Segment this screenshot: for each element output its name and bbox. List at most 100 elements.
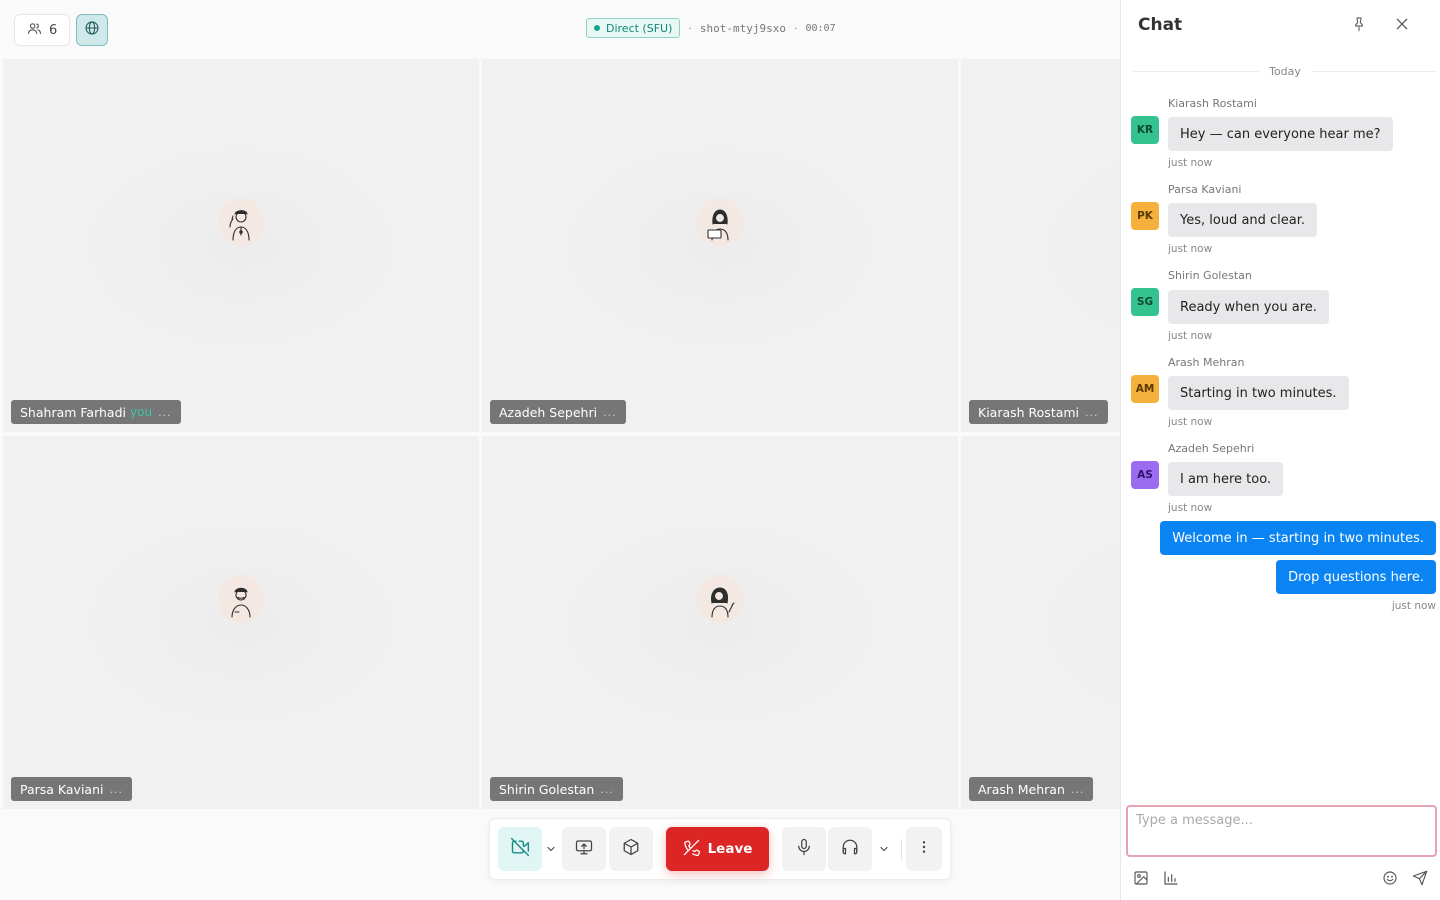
message-bubble: I am here too. <box>1168 462 1284 496</box>
globe-button[interactable] <box>76 14 108 46</box>
close-icon <box>1394 17 1410 36</box>
image-icon <box>1133 870 1149 890</box>
video-tile[interactable]: Parsa Kaviani ... <box>3 436 479 809</box>
participant-count: 6 <box>49 22 58 38</box>
camera-off-icon <box>510 837 530 861</box>
tile-name-tag: Shirin Golestan ... <box>490 777 623 801</box>
attach-image-button[interactable] <box>1132 871 1150 889</box>
tile-menu-dots[interactable]: ... <box>109 783 123 796</box>
connection-badge-label: Direct (SFU) <box>606 21 673 35</box>
screen-share-button[interactable] <box>562 827 606 871</box>
tile-name: Shirin Golestan <box>499 781 595 797</box>
tile-name-tag: Kiarash Rostami ... <box>969 400 1108 424</box>
send-icon <box>1412 870 1428 890</box>
message-time: just now <box>1168 330 1213 342</box>
tile-name-tag: Shahram Farhadi you ... <box>11 400 181 424</box>
status-dot-icon <box>594 25 600 31</box>
message-bubble: Ready when you are. <box>1168 290 1329 324</box>
message-time: just now <box>1168 157 1213 169</box>
3d-object-button[interactable] <box>609 827 653 871</box>
tile-menu-dots[interactable]: ... <box>158 406 172 419</box>
you-label: you <box>130 405 153 419</box>
meta-separator: · <box>688 21 692 35</box>
message-bubble: Starting in two minutes. <box>1168 376 1349 410</box>
own-message-time: just now <box>1391 600 1436 612</box>
tile-name-tag: Parsa Kaviani ... <box>11 777 132 801</box>
phone-off-icon <box>683 839 700 860</box>
chat-panel: Chat Today Kiarash Rostami KR Hey — can … <box>1120 0 1440 900</box>
message-bubble: Hey — can everyone hear me? <box>1168 117 1393 151</box>
message-input[interactable] <box>1126 805 1437 857</box>
leave-label: Leave <box>707 841 753 857</box>
participant-avatar <box>217 574 265 623</box>
video-tile[interactable]: Shirin Golestan ... <box>482 436 958 809</box>
message-sender: Parsa Kaviani <box>1168 183 1242 196</box>
create-poll-button[interactable] <box>1162 871 1180 889</box>
audio-output-button[interactable] <box>828 827 872 871</box>
tile-menu-dots[interactable]: ... <box>1085 406 1099 419</box>
connection-badge: Direct (SFU) <box>586 18 681 38</box>
pin-chat-button[interactable] <box>1351 16 1369 34</box>
tile-name-tag: Arash Mehran ... <box>969 777 1094 801</box>
message-sender: Azadeh Sepehri <box>1168 442 1255 455</box>
call-controls: Leave <box>489 818 951 880</box>
send-button[interactable] <box>1411 870 1429 890</box>
audio-options-caret[interactable] <box>875 827 893 871</box>
emoji-button[interactable] <box>1381 871 1399 889</box>
camera-toggle-button[interactable] <box>498 827 542 871</box>
tile-name-tag: Azadeh Sepehri ... <box>490 400 626 424</box>
message-sender: Shirin Golestan <box>1168 269 1252 282</box>
poll-icon <box>1163 870 1179 890</box>
headphones-icon <box>841 838 859 860</box>
call-meta: Direct (SFU) · shot-mtyj9sxo · 00:07 <box>586 18 836 38</box>
chat-title: Chat <box>1138 15 1183 35</box>
tile-name: Azadeh Sepehri <box>499 404 598 420</box>
avatar: AS <box>1131 461 1159 489</box>
pin-icon <box>1351 17 1367 36</box>
cube-icon <box>622 838 640 860</box>
more-vertical-icon <box>916 839 932 859</box>
controls-divider <box>901 839 902 861</box>
message-sender: Arash Mehran <box>1168 356 1245 369</box>
meta-separator: · <box>793 21 798 35</box>
video-tile[interactable]: Azadeh Sepehri ... <box>482 59 958 432</box>
leave-call-button[interactable]: Leave <box>666 827 769 871</box>
tile-menu-dots[interactable]: ... <box>1071 783 1085 796</box>
avatar: SG <box>1131 288 1159 316</box>
participants-button[interactable]: 6 <box>14 14 71 46</box>
participant-avatar <box>696 574 744 623</box>
users-icon <box>27 21 42 40</box>
tile-name: Shahram Farhadi <box>20 404 126 420</box>
participant-avatar <box>696 197 744 246</box>
chevron-down-icon <box>545 840 557 859</box>
own-message-bubble: Welcome in — starting in two minutes. <box>1160 521 1436 555</box>
emoji-icon <box>1382 870 1398 890</box>
person-illustration-icon <box>707 208 729 241</box>
close-chat-button[interactable] <box>1394 16 1412 34</box>
video-tile[interactable]: Shahram Farhadi you ... <box>3 59 479 432</box>
chevron-down-icon <box>878 840 890 859</box>
person-illustration-icon <box>231 587 251 618</box>
room-id: shot-mtyj9sxo <box>699 21 786 35</box>
avatar: AM <box>1131 375 1159 403</box>
microphone-button[interactable] <box>782 827 826 871</box>
message-time: just now <box>1168 243 1213 255</box>
tile-menu-dots[interactable]: ... <box>603 406 617 419</box>
screen-share-icon <box>575 838 593 860</box>
message-sender: Kiarash Rostami <box>1168 97 1257 110</box>
tile-menu-dots[interactable]: ... <box>600 783 614 796</box>
message-time: just now <box>1168 416 1213 428</box>
call-timer: 00:07 <box>805 22 836 34</box>
more-options-button[interactable] <box>906 827 942 871</box>
globe-icon <box>84 20 100 40</box>
camera-options-caret[interactable] <box>542 827 560 871</box>
avatar: PK <box>1131 202 1159 230</box>
message-time: just now <box>1168 502 1213 514</box>
person-illustration-icon <box>711 586 735 618</box>
tile-name: Kiarash Rostami <box>978 404 1080 420</box>
message-bubble: Yes, loud and clear. <box>1168 203 1318 237</box>
day-separator: Today <box>1133 62 1437 80</box>
own-message-bubble: Drop questions here. <box>1276 560 1436 594</box>
tile-name: Parsa Kaviani <box>20 781 104 797</box>
tile-name: Arash Mehran <box>978 781 1065 797</box>
